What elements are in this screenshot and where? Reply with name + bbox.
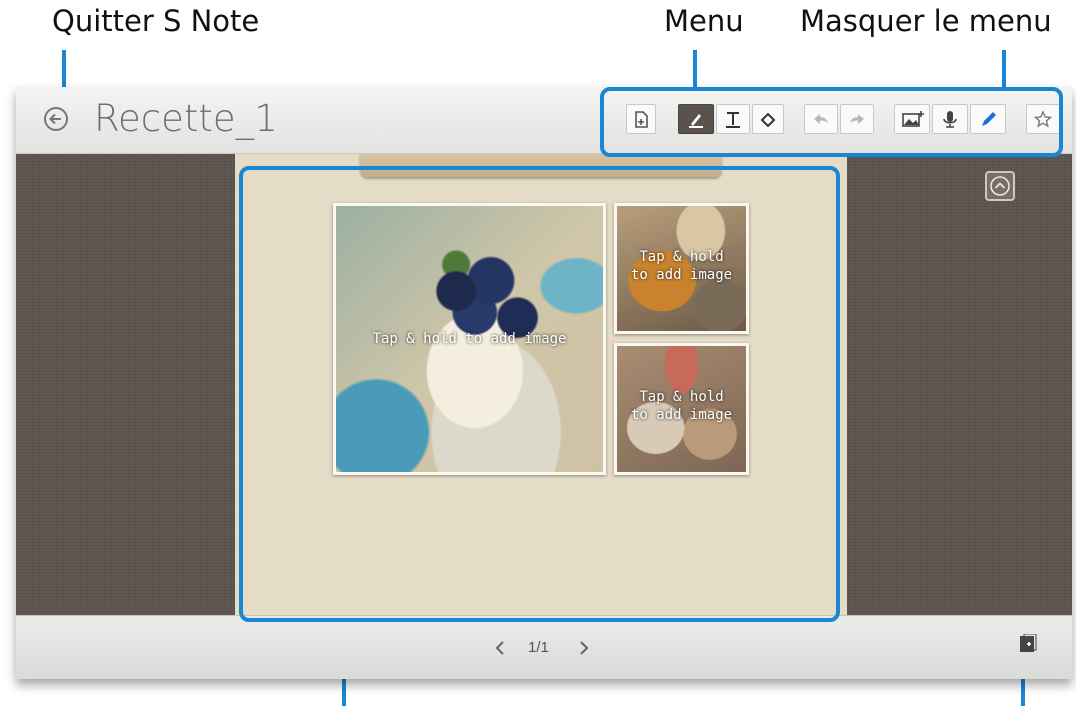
chevron-left-icon[interactable] (490, 636, 510, 660)
highlight-note-area (239, 166, 840, 622)
page-navigator: 1/1 (486, 636, 616, 660)
note-title[interactable]: Recette_1 (94, 97, 278, 140)
callout-menu-label: Menu (664, 4, 744, 38)
leader-menu (693, 50, 697, 90)
back-arrow-icon[interactable] (42, 105, 70, 133)
chevron-up-icon[interactable] (985, 171, 1015, 201)
page-number: 1/1 (528, 639, 549, 656)
chevron-right-icon[interactable] (574, 636, 594, 660)
add-page-icon[interactable] (1019, 633, 1037, 654)
highlight-menu (600, 87, 1063, 157)
callout-exit-label: Quitter S Note (52, 4, 260, 38)
callout-hide-menu-label: Masquer le menu (800, 4, 1052, 38)
bottom-bar: 1/1 (16, 615, 1072, 679)
